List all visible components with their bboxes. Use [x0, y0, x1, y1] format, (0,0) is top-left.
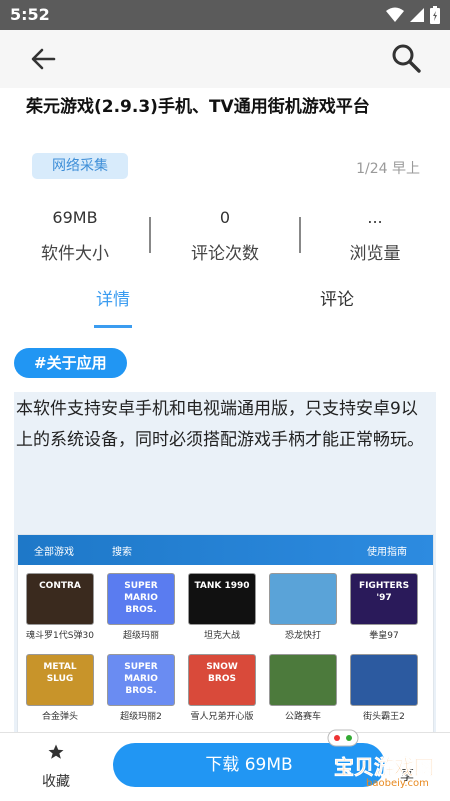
game-name: 超级玛丽2 — [120, 712, 162, 722]
game-cover: TANK 1990 — [188, 573, 256, 625]
stat-label: 软件大小 — [41, 244, 109, 264]
game-cover-art: SUPER MARIO BROS. — [124, 581, 158, 615]
game-tile[interactable]: SNOW BROS 雪人兄弟开心版 — [188, 654, 256, 722]
game-tile[interactable]: 恐龙快打 — [269, 573, 337, 641]
game-cover — [269, 573, 337, 625]
nav-guide: 使用指南 — [367, 546, 407, 558]
game-cover-art: FIGHTERS '97 — [358, 581, 410, 603]
about-app-section: #关于应用 — [14, 348, 127, 378]
watermark-url: baobeiy.com — [366, 778, 429, 788]
favorite-label: 收藏 — [42, 774, 70, 790]
game-cover — [350, 654, 418, 706]
game-cover-art: TANK 1990 — [194, 581, 250, 591]
status-time: 5:52 — [10, 5, 50, 24]
nav-all-games: 全部游戏 — [34, 546, 74, 558]
favorite-button[interactable]: 收藏 — [30, 743, 82, 791]
status-bar: 5:52 — [0, 0, 450, 30]
game-tile[interactable]: METAL SLUG 合金弹头 — [26, 654, 94, 722]
stat-label: 浏览量 — [349, 244, 401, 264]
star-icon — [48, 744, 64, 759]
game-tile[interactable]: SUPER MARIO BROS. 超级玛丽 — [107, 573, 175, 641]
watermark-name: 宝贝游戏网 — [334, 755, 434, 779]
game-cover-art: METAL SLUG — [43, 662, 77, 684]
app-bar — [0, 30, 450, 88]
tab-bar: 详情 评论 — [0, 285, 450, 331]
game-cover: SNOW BROS — [188, 654, 256, 706]
game-cover: SUPER MARIO BROS. — [107, 573, 175, 625]
source-tag: 网络采集 — [32, 153, 128, 179]
game-cover — [269, 654, 337, 706]
nav-search: 搜索 — [112, 546, 132, 558]
game-name: 超级玛丽 — [122, 631, 159, 641]
game-tile[interactable]: TANK 1990 坦克大战 — [188, 573, 256, 641]
game-cover: SUPER MARIO BROS. — [107, 654, 175, 706]
stat-value: ... — [367, 208, 383, 227]
game-name: 雪人兄弟开心版 — [190, 712, 254, 722]
screenshot-nav: 全部游戏 搜索 使用指南 — [18, 535, 433, 565]
publish-date: 1/24 早上 — [356, 161, 420, 177]
stat-views: ... 浏览量 — [300, 205, 450, 264]
game-name: 拳皇97 — [369, 631, 399, 641]
stat-size: 69MB 软件大小 — [0, 205, 150, 264]
game-cover-art: SNOW BROS — [206, 662, 238, 684]
battery-icon — [430, 6, 440, 24]
stat-value: 0 — [219, 208, 231, 227]
game-name: 街头霸王2 — [363, 712, 405, 722]
page-title: 茱元游戏(2.9.3)手机、TV通用街机游戏平台 — [26, 97, 370, 117]
tab-comments[interactable]: 评论 — [277, 285, 397, 310]
signal-icon — [410, 8, 424, 22]
game-tile[interactable]: FIGHTERS '97 拳皇97 — [350, 573, 418, 641]
gamepad-icon — [327, 729, 359, 747]
game-tile[interactable]: 街头霸王2 — [350, 654, 418, 722]
app-screenshot[interactable]: 全部游戏 搜索 使用指南 CONTRA 魂斗罗1代S弹30 SUPER MARIO … — [17, 534, 434, 732]
search-icon[interactable] — [390, 42, 422, 74]
description-box: 本软件支持安卓手机和电视端通用版，只支持安卓9以上的系统设备，同时必须搭配游戏手… — [14, 392, 436, 732]
app-description: 本软件支持安卓手机和电视端通用版，只支持安卓9以上的系统设备，同时必须搭配游戏手… — [16, 399, 424, 450]
game-tile[interactable]: 公路赛车 — [269, 654, 337, 722]
back-arrow-icon[interactable] — [28, 44, 58, 74]
game-cover-art: CONTRA — [39, 581, 81, 591]
status-icons — [386, 6, 440, 24]
game-cover: METAL SLUG — [26, 654, 94, 706]
game-cover: FIGHTERS '97 — [350, 573, 418, 625]
stats-row: 69MB 软件大小 0 评论次数 ... 浏览量 — [0, 205, 450, 275]
game-name: 合金弹头 — [41, 712, 78, 722]
game-name: 魂斗罗1代S弹30 — [26, 631, 94, 641]
game-tile[interactable]: SUPER MARIO BROS. 超级玛丽2 — [107, 654, 175, 722]
game-name: 坦克大战 — [203, 631, 240, 641]
game-tile[interactable]: CONTRA 魂斗罗1代S弹30 — [26, 573, 94, 641]
wifi-icon — [386, 7, 404, 22]
game-cover: CONTRA — [26, 573, 94, 625]
game-cover-art: SUPER MARIO BROS. — [124, 662, 158, 696]
stat-comments: 0 评论次数 — [150, 205, 300, 264]
tab-details[interactable]: 详情 — [53, 285, 173, 310]
stat-value: 69MB — [52, 208, 98, 227]
game-name: 恐龙快打 — [284, 631, 321, 641]
game-name: 公路赛车 — [284, 712, 321, 722]
watermark-logo: 宝贝游戏网 baobeiy.com — [327, 729, 434, 788]
active-tab-indicator — [94, 325, 132, 328]
stat-label: 评论次数 — [191, 244, 259, 264]
